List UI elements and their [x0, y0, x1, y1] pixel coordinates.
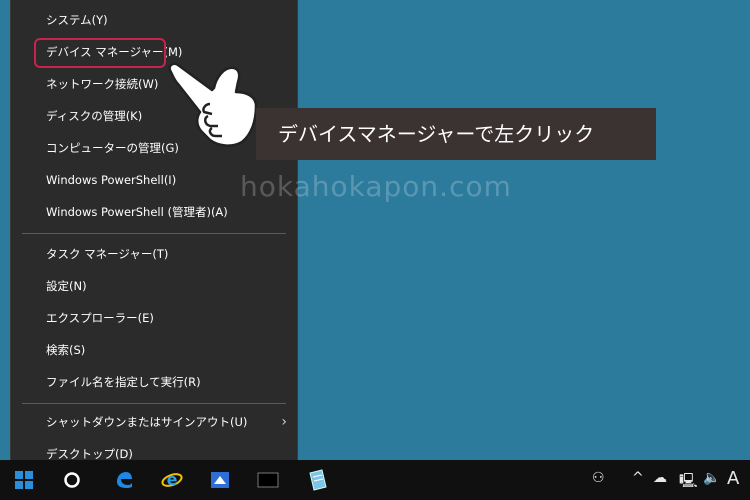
taskbar: e ⚇ ^ ☁ 🖳 🔈 A	[0, 460, 750, 500]
menu-item-label: シャットダウンまたはサインアウト(U)	[46, 415, 248, 429]
menu-item-search[interactable]: 検索(S)	[11, 334, 297, 366]
chevron-up-icon[interactable]: ^	[632, 470, 644, 486]
menu-separator	[22, 233, 286, 234]
ie-icon[interactable]: e	[160, 468, 184, 492]
menu-item-run[interactable]: ファイル名を指定して実行(R)	[11, 366, 297, 398]
menu-item-explorer[interactable]: エクスプローラー(E)	[11, 302, 297, 334]
volume-icon[interactable]: 🔈	[703, 470, 720, 486]
instruction-callout: デバイスマネージャーで左クリック	[256, 108, 656, 160]
device-manager-highlight-box	[34, 38, 166, 68]
edge-icon[interactable]	[112, 468, 136, 492]
window-icon[interactable]	[256, 468, 280, 492]
network-icon[interactable]: 🖳	[679, 470, 698, 494]
menu-separator	[22, 403, 286, 404]
svg-text:e: e	[167, 470, 178, 489]
menu-item-task-manager[interactable]: タスク マネージャー(T)	[11, 238, 297, 270]
menu-item-settings[interactable]: 設定(N)	[11, 270, 297, 302]
menu-item-system[interactable]: システム(Y)	[11, 4, 297, 36]
onedrive-cloud-icon[interactable]: ☁	[653, 470, 667, 486]
app-icon[interactable]	[208, 468, 232, 492]
pointing-hand-icon	[168, 62, 258, 147]
menu-item-shutdown-signout[interactable]: シャットダウンまたはサインアウト(U) ›	[11, 406, 297, 438]
cortana-circle-icon[interactable]	[60, 468, 84, 492]
watermark-text: hokahokapon.com	[240, 170, 512, 203]
windows-start-icon[interactable]	[12, 468, 36, 492]
chevron-right-icon: ›	[281, 414, 287, 430]
people-icon[interactable]: ⚇	[592, 470, 605, 486]
ime-mode-indicator[interactable]: A	[727, 468, 739, 489]
notepad-icon[interactable]	[306, 468, 330, 492]
